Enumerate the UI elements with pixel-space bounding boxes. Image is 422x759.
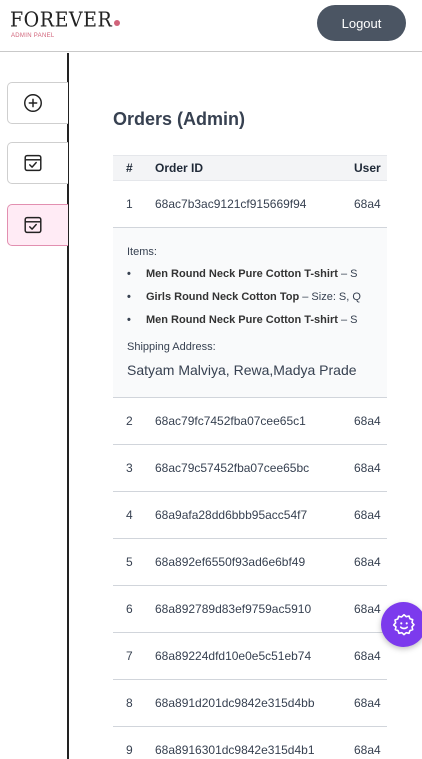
table-row[interactable]: 5 68a892ef6550f93ad6e6bf49 68a4 [113, 539, 387, 586]
table-row[interactable]: 9 68a8916301dc9842e315d4b1 68a4 [113, 727, 387, 759]
order-item: • Men Round Neck Pure Cotton T-shirt – S [127, 314, 358, 326]
item-details: – S [337, 268, 358, 280]
row-number: 1 [126, 197, 133, 211]
row-number: 2 [126, 414, 133, 428]
page-title: Orders (Admin) [113, 109, 246, 129]
item-name: Men Round Neck Pure Cotton T-shirt [146, 314, 338, 326]
order-id: 68ac79c57452fba07cee65bc [155, 461, 310, 475]
order-list-icon [24, 216, 42, 234]
user-id: 68a4 [354, 696, 381, 710]
logo-dot [114, 20, 121, 26]
row-number: 9 [126, 743, 133, 757]
table-row[interactable]: 6 68a892789d83ef9759ac5910 68a4 [113, 586, 387, 633]
top-header: FOREVER ADMIN PANEL Logout [0, 0, 422, 52]
table-header: # Order ID User [113, 155, 387, 181]
sidebar [0, 53, 69, 759]
logout-button[interactable]: Logout [317, 5, 406, 41]
column-header-order-id: Order ID [155, 161, 204, 175]
order-id: 68a891d201dc9842e315d4bb [155, 696, 315, 710]
user-id: 68a4 [354, 508, 381, 522]
order-id: 68ac79fc7452fba07cee65c1 [155, 414, 306, 428]
item-name: Girls Round Neck Cotton Top [146, 291, 300, 303]
row-number: 3 [126, 461, 133, 475]
order-id: 68a892ef6550f93ad6e6bf49 [155, 555, 306, 569]
logo[interactable]: FOREVER ADMIN PANEL [10, 8, 121, 39]
row-number: 4 [126, 508, 133, 522]
items-label: Items: [127, 246, 157, 258]
order-id: 68a89224dfd10e0e5c51eb74 [155, 649, 312, 663]
item-details: – S [337, 314, 358, 326]
order-list-icon [24, 154, 42, 172]
user-id: 68a4 [354, 461, 381, 475]
user-id: 68a4 [354, 743, 381, 757]
order-details: Items: • Men Round Neck Pure Cotton T-shi… [113, 228, 387, 398]
add-circle-icon [24, 94, 42, 112]
sidebar-item-orders[interactable] [7, 204, 68, 246]
sidebar-item-add[interactable] [7, 82, 68, 124]
column-header-user: User [354, 161, 381, 175]
orders-table: # Order ID User 1 68ac7b3ac9121cf915669f… [113, 155, 387, 759]
user-id: 68a4 [354, 197, 381, 211]
user-id: 68a4 [354, 555, 381, 569]
shipping-label: Shipping Address: [127, 341, 216, 353]
order-item: • Men Round Neck Pure Cotton T-shirt – S [127, 268, 358, 280]
item-details: – Size: S, Q [299, 291, 361, 303]
user-id: 68a4 [354, 649, 381, 663]
floating-settings-button[interactable] [381, 602, 422, 647]
order-item: • Girls Round Neck Cotton Top – Size: S, … [127, 291, 361, 303]
sidebar-item-list[interactable] [7, 142, 68, 184]
logo-text: FOREVER [10, 8, 113, 32]
table-row[interactable]: 4 68a9afa28dd6bbb95acc54f7 68a4 [113, 492, 387, 539]
table-row[interactable]: 2 68ac79fc7452fba07cee65c1 68a4 [113, 398, 387, 445]
table-row[interactable]: 7 68a89224dfd10e0e5c51eb74 68a4 [113, 633, 387, 680]
item-name: Men Round Neck Pure Cotton T-shirt [146, 268, 338, 280]
column-header-number: # [126, 161, 133, 175]
main-content: Orders (Admin) # Order ID User 1 68ac7b3… [70, 53, 422, 759]
gear-smile-icon [392, 613, 415, 635]
row-number: 5 [126, 555, 133, 569]
table-row[interactable]: 1 68ac7b3ac9121cf915669f94 68a4 [113, 181, 387, 228]
order-id: 68a892789d83ef9759ac5910 [155, 602, 312, 616]
row-number: 6 [126, 602, 133, 616]
table-row[interactable]: 8 68a891d201dc9842e315d4bb 68a4 [113, 680, 387, 727]
order-id: 68a9afa28dd6bbb95acc54f7 [155, 508, 308, 522]
table-row[interactable]: 3 68ac79c57452fba07cee65bc 68a4 [113, 445, 387, 492]
row-number: 7 [126, 649, 133, 663]
shipping-address: Satyam Malviya, Rewa,Madya Prade [127, 362, 357, 378]
user-id: 68a4 [354, 414, 381, 428]
user-id: 68a4 [354, 602, 381, 616]
order-id: 68ac7b3ac9121cf915669f94 [155, 197, 307, 211]
row-number: 8 [126, 696, 133, 710]
logo-subtitle: ADMIN PANEL [11, 33, 55, 39]
order-id: 68a8916301dc9842e315d4b1 [155, 743, 315, 757]
